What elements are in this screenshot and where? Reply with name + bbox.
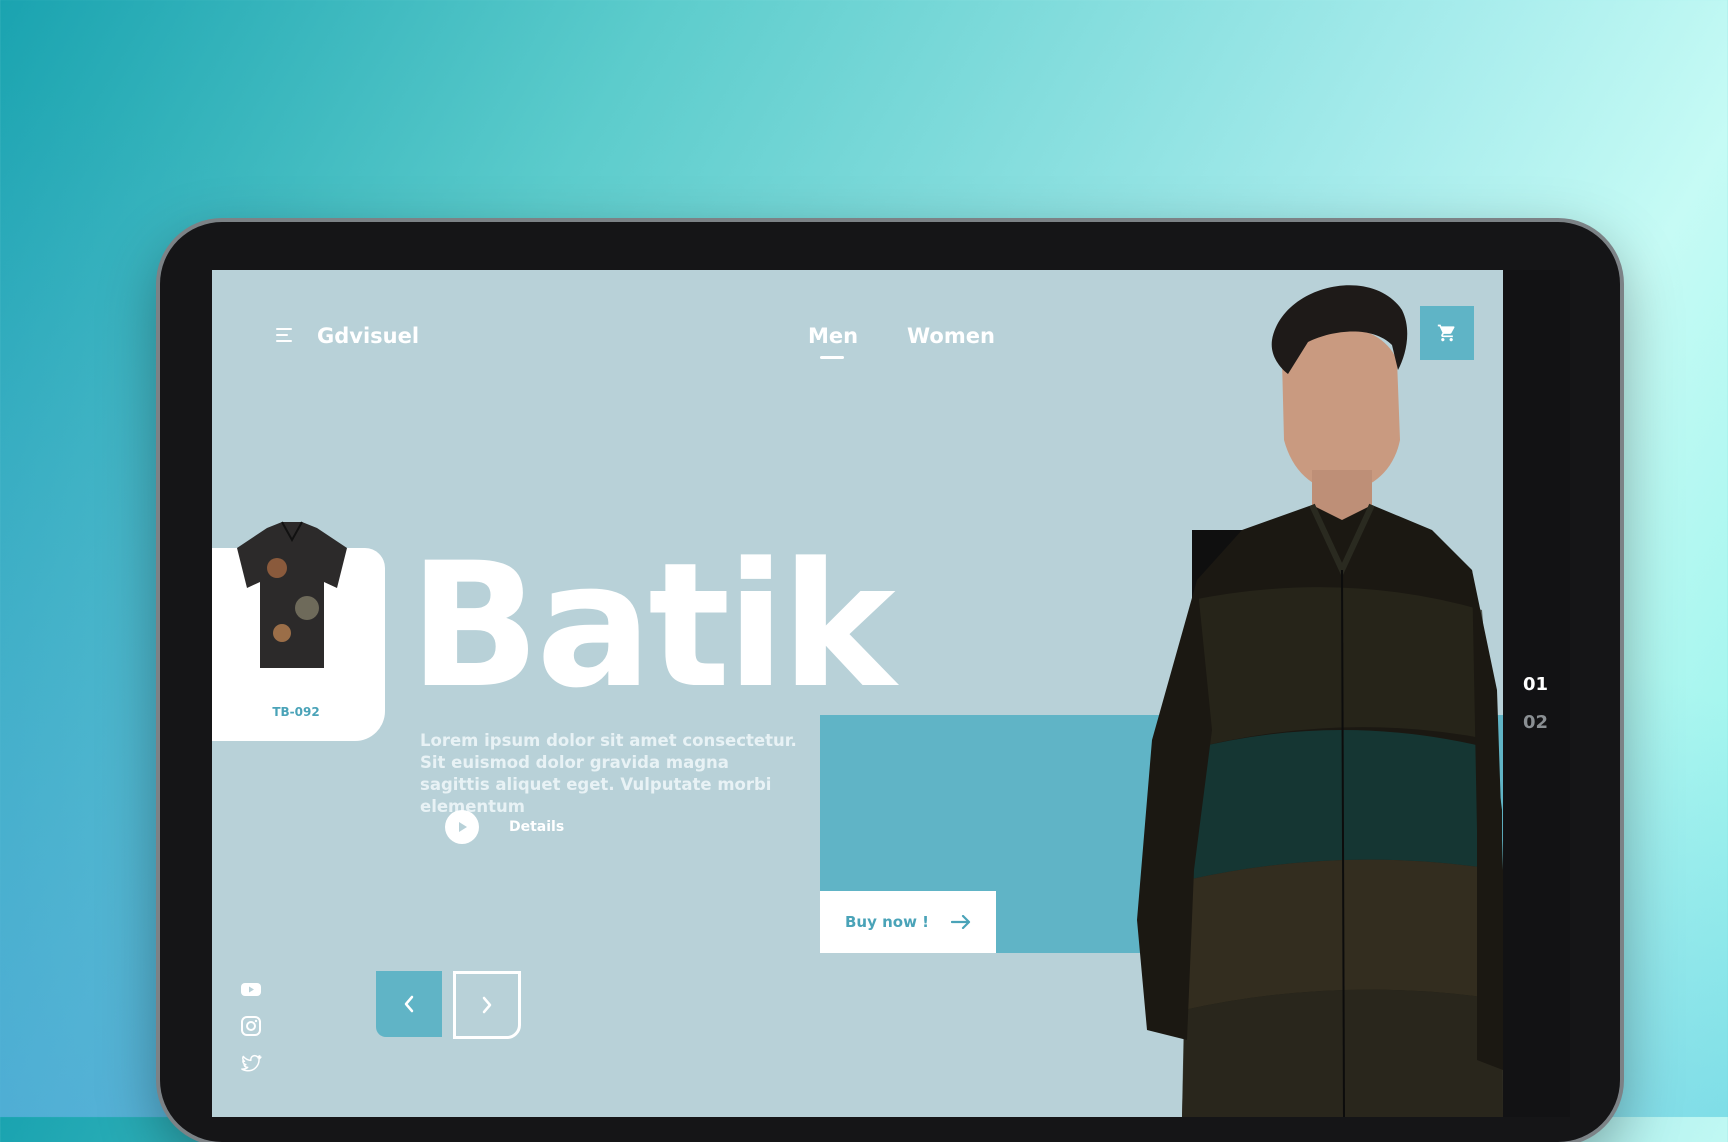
slide-indicator-rail: 01 02	[1503, 270, 1570, 1117]
nav-active-indicator	[820, 356, 844, 359]
chevron-left-icon	[404, 995, 414, 1013]
twitter-icon[interactable]	[240, 1052, 262, 1074]
prev-button[interactable]	[376, 971, 442, 1037]
slide-number-2[interactable]: 02	[1523, 712, 1548, 733]
instagram-icon[interactable]	[240, 1015, 262, 1037]
details-label: Details	[509, 819, 565, 835]
play-icon	[459, 822, 467, 832]
youtube-icon[interactable]	[240, 978, 262, 1000]
next-button[interactable]	[453, 971, 521, 1039]
hero-description: Lorem ipsum dolor sit amet consectetur. …	[420, 731, 797, 816]
buy-now-label: Buy now !	[844, 913, 930, 931]
chevron-right-icon	[482, 996, 492, 1014]
product-shirt-image	[237, 521, 347, 668]
product-code: TB-092	[272, 705, 320, 719]
model-image	[1137, 285, 1503, 1117]
product-card[interactable]: TB-092	[212, 521, 385, 741]
play-button[interactable]	[445, 810, 479, 844]
slide-number-1[interactable]: 01	[1523, 674, 1548, 695]
hamburger-icon[interactable]	[276, 328, 296, 344]
details-link[interactable]: Details	[445, 810, 564, 844]
hero-title: Batik	[409, 525, 896, 726]
buy-now-button[interactable]: Buy now !	[820, 891, 996, 953]
nav-men[interactable]: Men	[808, 324, 858, 348]
app-screen: Gdvisuel Men Women TB-092 Batik Lorem ip…	[212, 270, 1503, 1117]
arrow-right-icon	[951, 915, 971, 929]
brand-logo[interactable]: Gdvisuel	[317, 324, 419, 348]
